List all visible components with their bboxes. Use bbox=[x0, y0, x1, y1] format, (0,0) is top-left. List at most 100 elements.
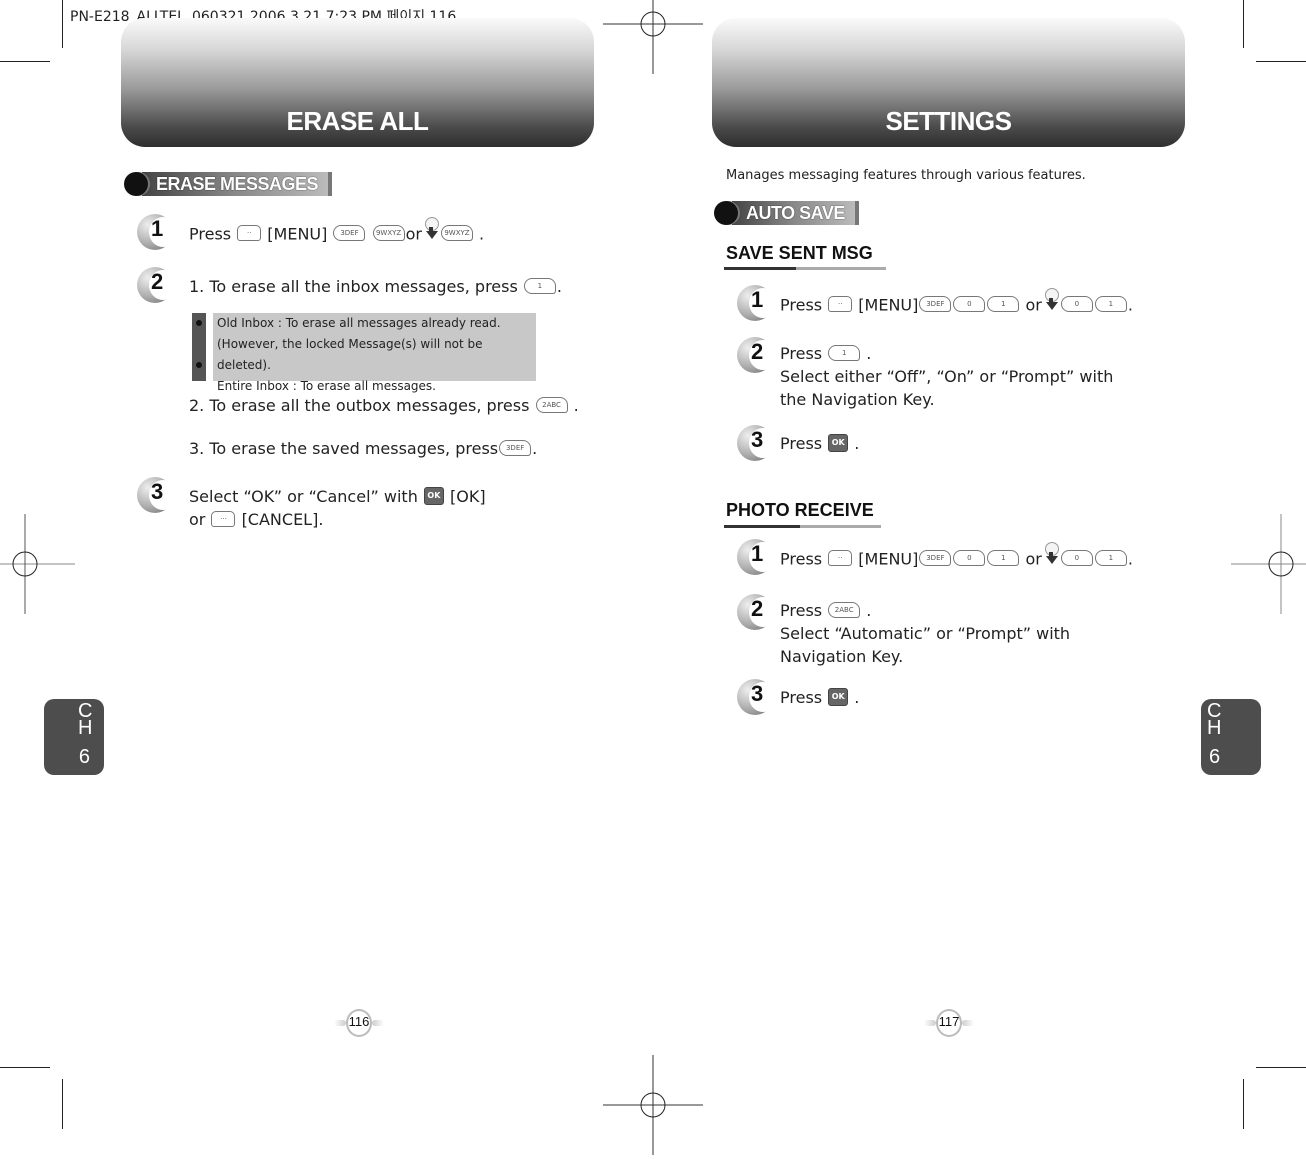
step-number-badge: 1 bbox=[737, 285, 777, 321]
step-1: 1 Press ·· [MENU] 3DEF 0 1 or 0 1. bbox=[737, 539, 1133, 575]
key-0-icon: 0 bbox=[1060, 550, 1093, 566]
crop-mark bbox=[62, 0, 63, 48]
subsection-title-save-sent-msg: SAVE SENT MSG bbox=[726, 243, 873, 263]
chapter-title: SETTINGS bbox=[885, 106, 1012, 136]
step-number-badge: 1 bbox=[137, 214, 177, 250]
section-header-auto-save: AUTO SAVE bbox=[714, 200, 859, 226]
period: . bbox=[1127, 549, 1133, 569]
step-number-badge: 2 bbox=[137, 267, 177, 303]
key-0-icon: 0 bbox=[953, 296, 986, 312]
period: . bbox=[854, 688, 860, 707]
chapter-number: 6 bbox=[78, 746, 90, 768]
step-text: Press bbox=[780, 549, 823, 569]
step-3: 3 Press OK . bbox=[737, 425, 859, 461]
period: . bbox=[573, 396, 579, 415]
ok-label: [OK] bbox=[450, 487, 486, 506]
menu-label: [MENU] bbox=[858, 549, 919, 569]
chapter-label: CH bbox=[78, 700, 93, 739]
step-text: Press bbox=[780, 344, 823, 363]
note-line: Old Inbox : To erase all messages alread… bbox=[217, 316, 501, 330]
section-bullet-icon bbox=[714, 201, 738, 225]
period: . bbox=[479, 224, 485, 244]
chapter-banner-right: SETTINGS bbox=[712, 18, 1185, 147]
step-text: the Navigation Key. bbox=[780, 390, 935, 409]
period: . bbox=[854, 434, 860, 453]
key-0-icon: 0 bbox=[953, 550, 986, 566]
key-9-icon: 9WXYZ bbox=[372, 225, 405, 241]
step-1: 1 Press ·· [MENU] 3DEF 9WXYZ or 9WXYZ . bbox=[137, 214, 484, 250]
key-1-icon: 1 bbox=[523, 277, 556, 294]
step-2: 2 1. To erase all the inbox messages, pr… bbox=[137, 267, 562, 303]
chapter-banner-left: ERASE ALL bbox=[121, 18, 594, 147]
step-text: Press bbox=[189, 224, 232, 244]
registration-mark-icon bbox=[0, 514, 75, 614]
step-3: 3 Press OK . bbox=[737, 679, 859, 715]
key-2-icon: 2ABC bbox=[828, 601, 861, 618]
step-3: 3 Select “OK” or “Cancel” with OK [OK] o… bbox=[137, 477, 486, 531]
step-text: Select “Automatic” or “Prompt” with bbox=[780, 624, 1071, 643]
step-text: Press bbox=[780, 601, 823, 620]
registration-mark-icon bbox=[603, 0, 703, 74]
intro-text: Manages messaging features through vario… bbox=[726, 168, 1086, 183]
ok-key-icon: OK bbox=[828, 687, 849, 706]
step-number-badge: 3 bbox=[737, 679, 777, 715]
key-0-icon: 0 bbox=[1060, 296, 1093, 312]
step-text: Press bbox=[780, 295, 823, 315]
crop-mark bbox=[1243, 1079, 1244, 1129]
ok-key-icon: OK bbox=[828, 433, 849, 452]
subsection-title-photo-receive: PHOTO RECEIVE bbox=[726, 500, 874, 520]
bullet-icon bbox=[196, 362, 202, 368]
period: . bbox=[556, 277, 562, 296]
subsection-underline bbox=[724, 267, 886, 270]
key-2-icon: 2ABC bbox=[535, 396, 568, 413]
section-title: ERASE MESSAGES bbox=[142, 172, 333, 196]
saved-instruction: 3. To erase the saved messages, press bbox=[189, 439, 499, 458]
period: . bbox=[866, 344, 872, 363]
key-3-icon: 3DEF bbox=[499, 439, 532, 456]
or-text: or bbox=[1025, 295, 1042, 315]
crop-mark bbox=[1243, 0, 1244, 48]
key-3-icon: 3DEF bbox=[919, 296, 952, 312]
menu-label: [MENU] bbox=[858, 295, 919, 315]
saved-instruction-row: 3. To erase the saved messages, press 3DE… bbox=[189, 437, 537, 460]
crop-mark bbox=[62, 1079, 63, 1129]
step-2: 2 Press 2ABC . Select “Automatic” or “Pr… bbox=[737, 594, 1070, 668]
subsection-underline bbox=[724, 525, 881, 528]
cancel-label: [CANCEL]. bbox=[241, 510, 324, 529]
crop-mark bbox=[0, 61, 50, 62]
soft-key-icon: ·· bbox=[828, 550, 853, 566]
period: . bbox=[1127, 295, 1133, 315]
step-text: Navigation Key. bbox=[780, 647, 904, 666]
step-number-badge: 1 bbox=[737, 539, 777, 575]
chapter-title: ERASE ALL bbox=[286, 106, 429, 136]
nav-down-key-icon bbox=[1044, 542, 1059, 570]
page-number-right: 117 bbox=[924, 1009, 974, 1039]
registration-mark-icon bbox=[1231, 514, 1306, 614]
key-1-icon: 1 bbox=[1094, 296, 1127, 312]
note-bar bbox=[192, 313, 206, 381]
chapter-label: CH bbox=[1207, 700, 1222, 739]
chapter-tab-left: CH 6 bbox=[44, 699, 104, 775]
step-1: 1 Press ·· [MENU] 3DEF 0 1 or 0 1. bbox=[737, 285, 1133, 321]
registration-mark-icon bbox=[603, 1055, 703, 1155]
chapter-number: 6 bbox=[1209, 746, 1221, 768]
select-instruction: Select “OK” or “Cancel” with bbox=[189, 487, 418, 506]
soft-key-icon: ·· bbox=[237, 225, 262, 241]
step-text: Press bbox=[780, 688, 823, 707]
soft-key-icon: ·· bbox=[828, 296, 853, 312]
step-text: Select either “Off”, “On” or “Prompt” wi… bbox=[780, 367, 1114, 386]
section-bullet-icon bbox=[124, 172, 148, 196]
step-number-badge: 3 bbox=[737, 425, 777, 461]
note-box: Old Inbox : To erase all messages alread… bbox=[192, 313, 536, 393]
step-number-badge: 2 bbox=[737, 337, 777, 373]
nav-down-key-icon bbox=[1044, 288, 1059, 316]
key-1-icon: 1 bbox=[987, 550, 1020, 566]
menu-label: [MENU] bbox=[267, 224, 328, 244]
crop-mark bbox=[1256, 61, 1306, 62]
section-header-erase-messages: ERASE MESSAGES bbox=[124, 171, 333, 197]
inbox-instruction: 1. To erase all the inbox messages, pres… bbox=[189, 277, 518, 296]
step-number-badge: 2 bbox=[737, 594, 777, 630]
section-title: AUTO SAVE bbox=[732, 201, 859, 225]
step-2: 2 Press 1 . Select either “Off”, “On” or… bbox=[737, 337, 1113, 411]
crop-mark bbox=[0, 1067, 50, 1068]
